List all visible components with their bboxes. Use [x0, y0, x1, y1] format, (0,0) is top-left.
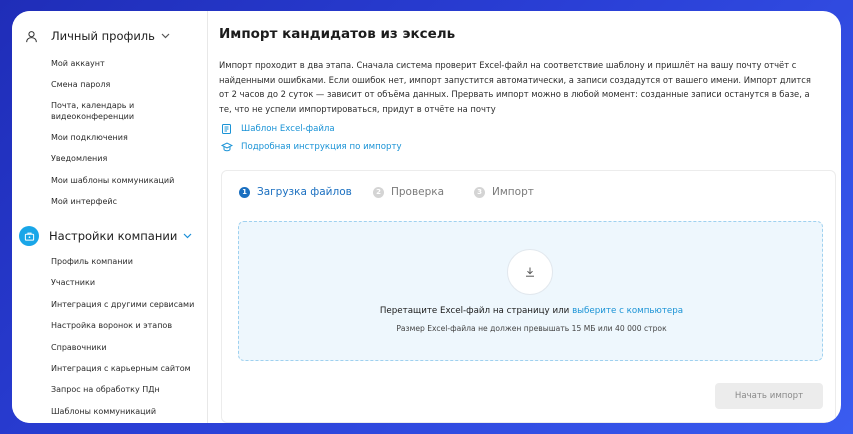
- step-number: 1: [239, 186, 250, 198]
- step-label: Импорт: [492, 186, 534, 198]
- sidebar-item-interface[interactable]: Мой интерфейс: [51, 196, 201, 207]
- main-content: Импорт кандидатов из эксель Импорт прохо…: [219, 11, 841, 423]
- sidebar-group-company[interactable]: Настройки компании: [19, 226, 192, 246]
- import-card: 1 Загрузка файлов 2 Проверка 3 Импорт Пе…: [221, 170, 836, 423]
- instructions-link[interactable]: Подробная инструкция по импорту: [221, 141, 402, 153]
- graduation-cap-icon: [221, 141, 233, 153]
- upload-button[interactable]: [507, 249, 553, 295]
- sidebar-item-career-site[interactable]: Интеграция с карьерным сайтом: [51, 363, 201, 374]
- drop-text: Перетащите Excel-файл на страницу или: [379, 306, 570, 316]
- sidebar-item-connections[interactable]: Мои подключения: [51, 132, 201, 143]
- template-link-label: Шаблон Excel-файла: [241, 124, 335, 134]
- briefcase-icon: [19, 226, 39, 246]
- chevron-down-icon: [183, 231, 192, 242]
- sidebar-item-integrations[interactable]: Интеграция с другими сервисами: [51, 299, 201, 310]
- sidebar-item-my-templates[interactable]: Мои шаблоны коммуникаций: [51, 175, 201, 186]
- sidebar: Личный профиль Мой аккаунт Смена пароля …: [12, 11, 208, 423]
- step-label: Проверка: [391, 186, 445, 198]
- step-number: 3: [474, 186, 485, 198]
- template-link[interactable]: Шаблон Excel-файла: [221, 123, 335, 135]
- instructions-link-label: Подробная инструкция по импорту: [241, 142, 402, 152]
- sidebar-item-password[interactable]: Смена пароля: [51, 79, 201, 90]
- app-window: Личный профиль Мой аккаунт Смена пароля …: [12, 11, 841, 423]
- sidebar-item-company-profile[interactable]: Профиль компании: [51, 256, 201, 267]
- sidebar-item-account[interactable]: Мой аккаунт: [51, 58, 201, 69]
- sidebar-item-mail-calendar[interactable]: Почта, календарь и видеоконференции: [51, 100, 161, 122]
- sidebar-group-label: Личный профиль: [51, 29, 155, 43]
- step-check: 2 Проверка: [373, 186, 444, 198]
- sidebar-item-comm-templates[interactable]: Шаблоны коммуникаций: [51, 406, 201, 417]
- download-arrow-icon: [524, 263, 536, 282]
- drop-instruction: Перетащите Excel-файл на страницу или вы…: [239, 306, 824, 316]
- sidebar-item-pd-request[interactable]: Запрос на обработку ПДн: [51, 384, 201, 395]
- file-dropzone[interactable]: Перетащите Excel-файл на страницу или вы…: [238, 221, 823, 361]
- intro-text: Импорт проходит в два этапа. Сначала сис…: [219, 60, 811, 114]
- step-label: Загрузка файлов: [257, 186, 352, 198]
- spreadsheet-icon: [221, 123, 233, 135]
- sidebar-item-members[interactable]: Участники: [51, 277, 201, 288]
- sidebar-item-directories[interactable]: Справочники: [51, 342, 201, 353]
- file-size-hint: Размер Excel-файла не должен превышать 1…: [396, 324, 667, 333]
- pick-file-link[interactable]: выберите с компьютера: [572, 306, 683, 316]
- page-title: Импорт кандидатов из эксель: [219, 26, 456, 42]
- step-import: 3 Импорт: [474, 186, 534, 198]
- sidebar-item-funnels[interactable]: Настройка воронок и этапов: [51, 320, 201, 331]
- start-import-button[interactable]: Начать импорт: [715, 383, 823, 409]
- sidebar-group-personal[interactable]: Личный профиль: [23, 28, 170, 44]
- user-icon: [23, 28, 39, 44]
- step-upload[interactable]: 1 Загрузка файлов: [239, 186, 352, 198]
- sidebar-group-label: Настройки компании: [49, 229, 178, 243]
- chevron-down-icon: [161, 31, 170, 42]
- sidebar-item-notifications[interactable]: Уведомления: [51, 153, 201, 164]
- step-number: 2: [373, 186, 384, 198]
